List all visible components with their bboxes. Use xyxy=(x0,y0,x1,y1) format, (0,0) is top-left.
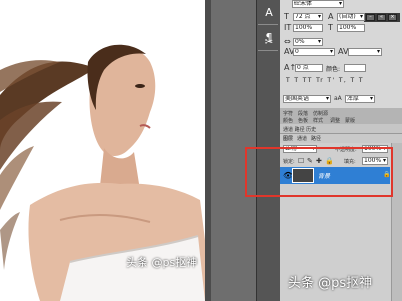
tab-paragraph[interactable]: 段落 xyxy=(298,110,308,117)
vertical-scale-icon: IT xyxy=(284,23,292,32)
clone-source-icon[interactable]: ✂ xyxy=(260,34,278,52)
leading-icon: A xyxy=(328,12,334,21)
font-size-icon: T xyxy=(284,12,289,21)
horizontal-scale-icon: T xyxy=(328,23,333,32)
tab-masks[interactable]: 蒙版 xyxy=(345,117,355,124)
tracking-pct-select[interactable]: 0% xyxy=(293,38,323,46)
photo-watermark: 头条 @ps抠神 xyxy=(126,256,198,269)
anti-alias-icon: aA xyxy=(334,95,342,102)
footer-watermark: 头条 @ps抠神 xyxy=(288,276,373,291)
kerning-select[interactable]: 0 xyxy=(293,48,335,56)
tab-adjustments[interactable]: 调整 xyxy=(330,117,340,124)
font-size-select[interactable]: 72 点 xyxy=(293,13,323,21)
close-icon[interactable]: × xyxy=(388,14,397,21)
tab-color[interactable]: 颜色 xyxy=(283,117,293,124)
canvas-shadow xyxy=(205,0,211,301)
highlight-box xyxy=(245,147,393,197)
minimize-icon[interactable]: – xyxy=(366,14,375,21)
tab-clone-source[interactable]: 仿制源 xyxy=(313,110,328,117)
color-label: 颜色: xyxy=(326,66,341,73)
tab-swatches[interactable]: 色板 xyxy=(298,117,308,124)
language-select[interactable]: 美国英语 xyxy=(283,95,331,103)
tab-group-history[interactable]: 通道 路径 历史 xyxy=(283,126,316,133)
tab-channels[interactable]: 通道 xyxy=(297,135,307,142)
tab-paths[interactable]: 路径 xyxy=(311,135,321,142)
tab-styles[interactable]: 样式 xyxy=(313,117,323,124)
anti-alias-select[interactable]: 浑厚 xyxy=(345,95,375,103)
tracking-icon: AV xyxy=(338,47,349,56)
baseline-shift-field[interactable]: 0 点 xyxy=(295,64,323,72)
collapse-icon[interactable]: « xyxy=(377,14,386,21)
vertical-scale-field[interactable]: 100% xyxy=(293,24,323,32)
character-panel-icon[interactable]: A xyxy=(260,4,278,22)
tab-character[interactable]: 字符 xyxy=(283,110,293,117)
font-family-select[interactable]: 砼宋体 xyxy=(292,0,344,8)
leading-select[interactable]: (自动) xyxy=(337,13,365,21)
horizontal-scale-field[interactable]: 100% xyxy=(337,24,365,32)
color-swatch[interactable] xyxy=(344,64,366,72)
tab-layers[interactable]: 图层 xyxy=(283,135,293,142)
tracking-pct-icon: ⇔ xyxy=(284,37,291,46)
tracking-select[interactable] xyxy=(348,48,382,56)
type-style-buttons[interactable]: T T TT Tr T' T, T T xyxy=(286,77,364,84)
tool-separator xyxy=(258,24,278,25)
